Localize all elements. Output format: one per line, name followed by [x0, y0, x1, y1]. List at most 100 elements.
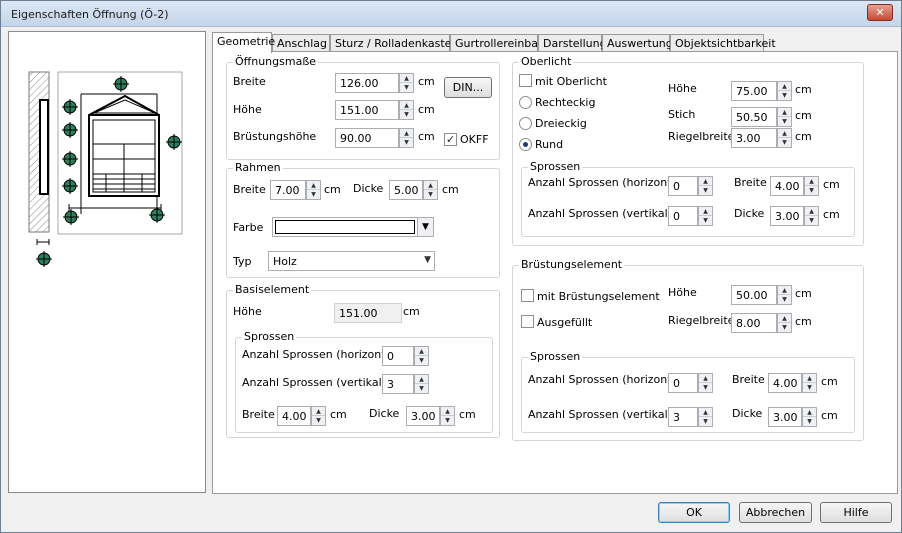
bruestung-hoehe-spinner[interactable]: ▲ ▼	[777, 285, 792, 305]
spin-down-icon[interactable]: ▼	[415, 384, 428, 393]
hoehe-input[interactable]: 151.00	[335, 100, 399, 120]
spin-up-icon[interactable]: ▲	[415, 375, 428, 384]
spin-down-icon[interactable]: ▼	[699, 417, 712, 426]
spin-up-icon[interactable]: ▲	[699, 374, 712, 383]
mit-bruestungselement-checkbox[interactable]	[521, 289, 534, 302]
dreieckig-radio[interactable]	[519, 117, 532, 130]
spin-down-icon[interactable]: ▼	[424, 190, 437, 199]
rahmen-breite-spinner[interactable]: ▲ ▼	[306, 180, 321, 200]
spin-up-icon[interactable]: ▲	[400, 101, 413, 110]
spin-up-icon[interactable]: ▲	[778, 286, 791, 295]
tab-anschlag[interactable]: Anschlag	[272, 34, 330, 52]
spin-up-icon[interactable]: ▲	[699, 177, 712, 186]
bruestung-anzahl-v-input[interactable]: 3	[668, 407, 698, 427]
bruestung-breite-spinner[interactable]: ▲ ▼	[802, 373, 817, 393]
rahmen-dicke-input[interactable]: 5.00	[389, 180, 423, 200]
bruestung-anzahl-h-input[interactable]: 0	[668, 373, 698, 393]
bruestung-breite-input[interactable]: 4.00	[768, 373, 802, 393]
spin-down-icon[interactable]: ▼	[400, 110, 413, 119]
basis-anzahl-h-input[interactable]: 0	[382, 346, 414, 366]
bruestungshoehe-input[interactable]: 90.00	[335, 128, 399, 148]
oberlicht-anzahl-v-spinner[interactable]: ▲ ▼	[698, 206, 713, 226]
spin-down-icon[interactable]: ▼	[803, 417, 816, 426]
spin-up-icon[interactable]: ▲	[778, 108, 791, 117]
spin-up-icon[interactable]: ▲	[803, 408, 816, 417]
stich-spinner[interactable]: ▲ ▼	[777, 107, 792, 127]
spin-up-icon[interactable]: ▲	[699, 408, 712, 417]
bruestung-riegelbreite-input[interactable]: 8.00	[731, 313, 777, 333]
basis-dicke-spinner[interactable]: ▲ ▼	[440, 406, 455, 426]
spin-up-icon[interactable]: ▲	[441, 407, 454, 416]
oberlicht-anzahl-h-spinner[interactable]: ▲ ▼	[698, 176, 713, 196]
spin-down-icon[interactable]: ▼	[803, 383, 816, 392]
rechteckig-radio[interactable]	[519, 96, 532, 109]
oberlicht-hoehe-spinner[interactable]: ▲ ▼	[777, 81, 792, 101]
hilfe-button[interactable]: Hilfe	[820, 502, 892, 523]
spin-down-icon[interactable]: ▼	[400, 138, 413, 147]
tab-darstellung[interactable]: Darstellung	[538, 34, 607, 52]
oberlicht-hoehe-input[interactable]: 75.00	[731, 81, 777, 101]
stich-input[interactable]: 50.50	[731, 107, 777, 127]
spin-down-icon[interactable]: ▼	[441, 416, 454, 425]
oberlicht-riegelbreite-spinner[interactable]: ▲ ▼	[777, 128, 792, 148]
spin-up-icon[interactable]: ▲	[699, 207, 712, 216]
spin-up-icon[interactable]: ▲	[778, 314, 791, 323]
oberlicht-anzahl-v-input[interactable]: 0	[668, 206, 698, 226]
spin-down-icon[interactable]: ▼	[312, 416, 325, 425]
rahmen-breite-input[interactable]: 7.00	[270, 180, 306, 200]
spin-down-icon[interactable]: ▼	[778, 91, 791, 100]
din-button[interactable]: DIN...	[444, 77, 492, 98]
spin-up-icon[interactable]: ▲	[805, 207, 818, 216]
spin-up-icon[interactable]: ▲	[415, 347, 428, 356]
hoehe-spinner[interactable]: ▲ ▼	[399, 100, 414, 120]
spin-down-icon[interactable]: ▼	[778, 295, 791, 304]
spin-up-icon[interactable]: ▲	[805, 177, 818, 186]
oberlicht-anzahl-h-input[interactable]: 0	[668, 176, 698, 196]
bruestung-hoehe-input[interactable]: 50.00	[731, 285, 777, 305]
spin-down-icon[interactable]: ▼	[805, 216, 818, 225]
okff-checkbox[interactable]: ✓	[444, 133, 457, 146]
basis-breite-spinner[interactable]: ▲ ▼	[311, 406, 326, 426]
oberlicht-breite-input[interactable]: 4.00	[770, 176, 804, 196]
oberlicht-riegelbreite-input[interactable]: 3.00	[731, 128, 777, 148]
oberlicht-breite-spinner[interactable]: ▲ ▼	[804, 176, 819, 196]
spin-up-icon[interactable]: ▲	[312, 407, 325, 416]
mit-oberlicht-checkbox[interactable]	[519, 74, 532, 87]
spin-down-icon[interactable]: ▼	[699, 186, 712, 195]
rund-radio[interactable]	[519, 138, 532, 151]
basis-dicke-input[interactable]: 3.00	[406, 406, 440, 426]
basis-anzahl-v-spinner[interactable]: ▲ ▼	[414, 374, 429, 394]
typ-select[interactable]: Holz ▼	[268, 251, 435, 271]
spin-up-icon[interactable]: ▲	[778, 82, 791, 91]
breite-spinner[interactable]: ▲ ▼	[399, 73, 414, 93]
spin-down-icon[interactable]: ▼	[805, 186, 818, 195]
abbrechen-button[interactable]: Abbrechen	[739, 502, 812, 523]
ausgefuellt-checkbox[interactable]	[521, 315, 534, 328]
spin-down-icon[interactable]: ▼	[307, 190, 320, 199]
tab-auswertung[interactable]: Auswertung	[602, 34, 673, 52]
ok-button[interactable]: OK	[658, 502, 730, 523]
bruestung-dicke-spinner[interactable]: ▲ ▼	[802, 407, 817, 427]
spin-up-icon[interactable]: ▲	[400, 129, 413, 138]
close-button[interactable]: ✕	[867, 4, 893, 21]
tab-geometrie[interactable]: Geometrie	[212, 32, 275, 53]
spin-down-icon[interactable]: ▼	[699, 383, 712, 392]
spin-up-icon[interactable]: ▲	[778, 129, 791, 138]
tab-gurtrollereinbau[interactable]: Gurtrollereinbau	[450, 34, 545, 52]
spin-up-icon[interactable]: ▲	[424, 181, 437, 190]
tab-sturz-rolladenkasten[interactable]: Sturz / Rolladenkasten	[330, 34, 458, 52]
spin-up-icon[interactable]: ▲	[803, 374, 816, 383]
farbe-color-select[interactable]: ▼	[272, 217, 434, 237]
oberlicht-dicke-input[interactable]: 3.00	[770, 206, 804, 226]
spin-down-icon[interactable]: ▼	[400, 83, 413, 92]
spin-down-icon[interactable]: ▼	[415, 356, 428, 365]
chevron-down-icon[interactable]: ▼	[424, 255, 431, 265]
bruestungshoehe-spinner[interactable]: ▲ ▼	[399, 128, 414, 148]
basis-anzahl-v-input[interactable]: 3	[382, 374, 414, 394]
basis-breite-input[interactable]: 4.00	[277, 406, 311, 426]
tab-objektsichtbarkeit[interactable]: Objektsichtbarkeit	[670, 34, 776, 52]
spin-down-icon[interactable]: ▼	[699, 216, 712, 225]
spin-down-icon[interactable]: ▼	[778, 117, 791, 126]
basis-anzahl-h-spinner[interactable]: ▲ ▼	[414, 346, 429, 366]
bruestung-anzahl-v-spinner[interactable]: ▲ ▼	[698, 407, 713, 427]
